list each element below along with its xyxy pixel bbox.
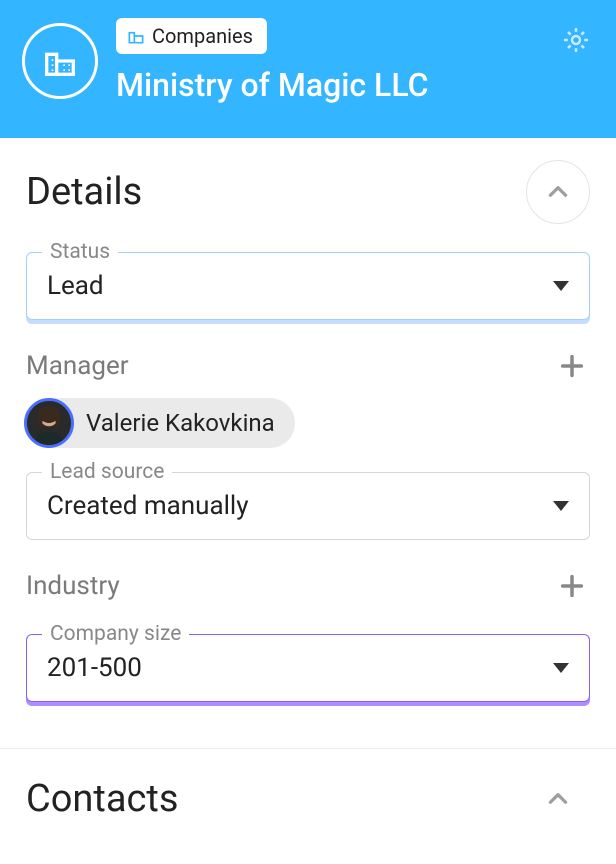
lead-source-value: Created manually bbox=[47, 491, 249, 521]
industry-label: Industry bbox=[26, 571, 120, 601]
details-section: Details Status Lead Manager Valerie Kako… bbox=[0, 138, 616, 740]
collapse-details-button[interactable] bbox=[526, 160, 590, 224]
lead-source-field: Lead source Created manually bbox=[26, 472, 590, 540]
manager-chip[interactable]: Valerie Kakovkina bbox=[26, 398, 295, 448]
status-value: Lead bbox=[47, 271, 104, 301]
page-title: Ministry of Magic LLC bbox=[116, 66, 429, 104]
add-industry-button[interactable] bbox=[554, 568, 590, 604]
lead-source-label: Lead source bbox=[42, 460, 172, 484]
settings-button[interactable] bbox=[558, 22, 594, 58]
collapse-contacts-button[interactable] bbox=[526, 767, 590, 831]
chevron-down-icon bbox=[553, 501, 569, 511]
building-icon bbox=[126, 26, 146, 46]
chevron-down-icon bbox=[553, 663, 569, 673]
contacts-section: Contacts bbox=[0, 749, 616, 841]
plus-icon bbox=[558, 352, 586, 380]
chevron-down-icon bbox=[553, 281, 569, 291]
contacts-heading: Contacts bbox=[26, 777, 178, 821]
manager-name: Valerie Kakovkina bbox=[86, 409, 275, 437]
company-size-value: 201-500 bbox=[47, 653, 142, 683]
status-field: Status Lead bbox=[26, 252, 590, 320]
company-building-icon bbox=[22, 23, 98, 99]
chevron-up-icon bbox=[545, 786, 571, 812]
avatar bbox=[24, 398, 74, 448]
page-header: Companies Ministry of Magic LLC bbox=[0, 0, 616, 138]
status-label: Status bbox=[42, 240, 118, 264]
details-heading: Details bbox=[26, 170, 142, 214]
company-size-label: Company size bbox=[42, 622, 189, 646]
manager-label: Manager bbox=[26, 351, 129, 381]
add-manager-button[interactable] bbox=[554, 348, 590, 384]
chevron-up-icon bbox=[545, 179, 571, 205]
plus-icon bbox=[558, 572, 586, 600]
breadcrumb-companies[interactable]: Companies bbox=[116, 18, 267, 54]
breadcrumb-label: Companies bbox=[152, 24, 253, 48]
gear-icon bbox=[561, 25, 591, 55]
company-size-field: Company size 201-500 bbox=[26, 634, 590, 702]
